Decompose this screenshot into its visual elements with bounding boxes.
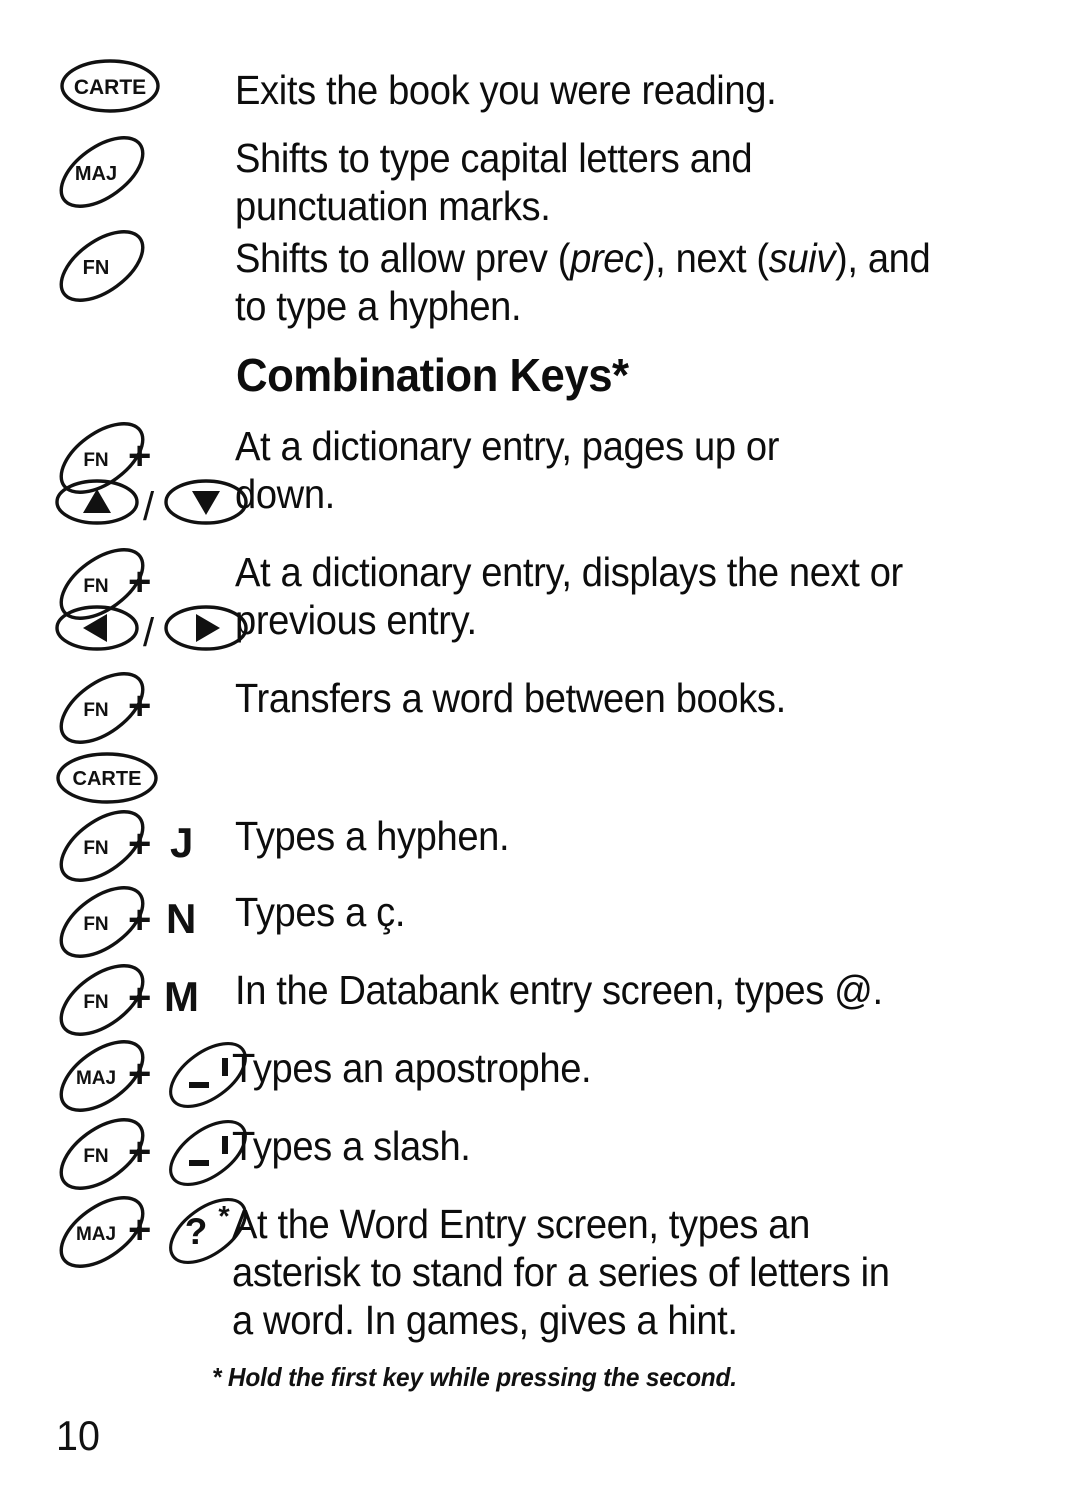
fn-key-label: FN	[83, 992, 108, 1013]
apostrophe-glyph	[222, 1136, 228, 1154]
page-number: 10	[56, 1412, 100, 1459]
fn-key-label: FN	[83, 700, 108, 721]
page-title: Combination Keys*	[236, 349, 629, 401]
carte-description: Exits the book you were reading.	[235, 67, 777, 113]
carte-key-label: CARTE	[73, 768, 142, 790]
question-mark-glyph: ?	[185, 1211, 208, 1252]
letter-key-label[interactable]: N	[166, 898, 196, 940]
maj-key-label: MAJ	[75, 163, 117, 185]
fn-description: Shifts to allow prev (prec), next (suiv)…	[235, 234, 970, 330]
combo-description: Types an apostrophe.	[232, 1045, 592, 1091]
asterisk-glyph: *	[218, 1201, 230, 1233]
plus-symbol: +	[128, 1208, 152, 1252]
maj-key-label: MAJ	[76, 1224, 116, 1245]
fn-key-label: FN	[83, 914, 108, 935]
combo-description: Transfers a word between books.	[235, 675, 786, 721]
combo-description: Types a ç.	[235, 889, 406, 935]
underscore-glyph	[189, 1160, 209, 1166]
fn-key-label: FN	[83, 576, 108, 597]
letter-key-label[interactable]: J	[170, 822, 193, 864]
combo-description: At a dictionary entry, displays the next…	[235, 549, 903, 643]
plus-symbol: +	[128, 434, 152, 478]
plus-symbol: +	[128, 560, 152, 604]
fn-key-label: FN	[83, 450, 108, 471]
manual-page: CARTE Exits the book you were reading. M…	[0, 0, 1080, 1504]
apostrophe-glyph	[222, 1058, 228, 1076]
plus-symbol: +	[128, 976, 152, 1020]
maj-key-label: MAJ	[76, 1068, 116, 1089]
combo-description: Types a hyphen.	[235, 813, 510, 859]
combo-description: Types a slash.	[232, 1123, 471, 1169]
combo-description: At the Word Entry screen, types an aster…	[232, 1201, 890, 1343]
plus-symbol: +	[128, 898, 152, 942]
maj-description: Shifts to type capital letters and punct…	[235, 135, 753, 229]
maj-key-icon[interactable]: MAJ	[52, 128, 152, 216]
fn-key-icon[interactable]: FN	[52, 222, 152, 310]
letter-key-label[interactable]: M	[164, 976, 199, 1018]
fn-desc-part1: Shifts to allow prev (	[235, 235, 571, 281]
key-separator: /	[143, 485, 155, 529]
carte-key-label: CARTE	[74, 76, 146, 99]
footnote-text: * Hold the first key while pressing the …	[212, 1362, 737, 1392]
key-separator: /	[143, 611, 155, 655]
plus-symbol: +	[128, 1052, 152, 1096]
left-arrow-key-icon[interactable]	[54, 603, 140, 653]
underscore-glyph	[189, 1082, 209, 1088]
fn-desc-ital-prec: prec	[570, 235, 643, 281]
plus-symbol: +	[128, 684, 152, 728]
carte-key-icon[interactable]: CARTE	[55, 750, 159, 806]
combo-description: In the Databank entry screen, types @.	[235, 967, 883, 1013]
carte-key-icon[interactable]: CARTE	[58, 56, 162, 116]
fn-key-label: FN	[83, 257, 110, 279]
plus-symbol: +	[128, 1130, 152, 1174]
up-arrow-key-icon[interactable]	[54, 477, 140, 527]
plus-symbol: +	[128, 822, 152, 866]
combo-description: At a dictionary entry, pages up or down.	[235, 423, 780, 517]
fn-key-label: FN	[83, 838, 108, 859]
fn-desc-ital-suiv: suiv	[768, 235, 836, 281]
fn-desc-part2: ), next (	[642, 235, 769, 281]
fn-key-label: FN	[83, 1146, 108, 1167]
